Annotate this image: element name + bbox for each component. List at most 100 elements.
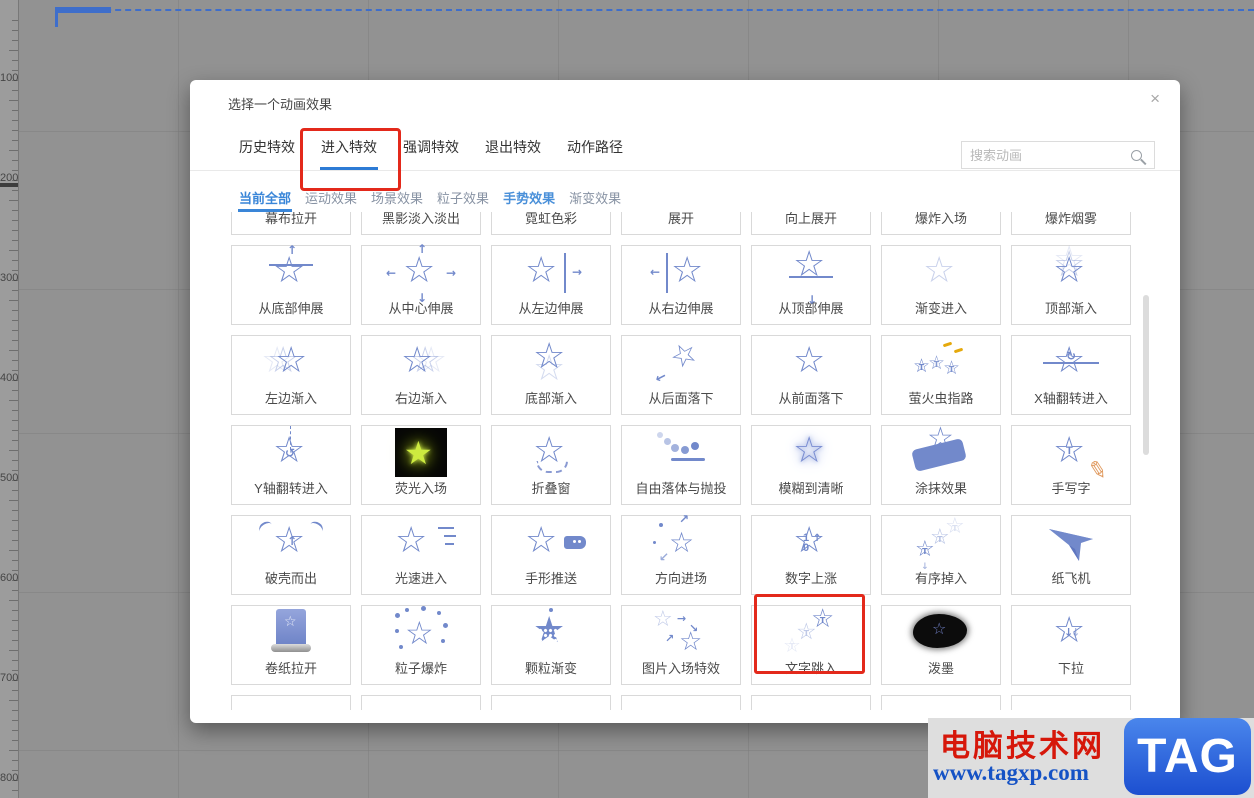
watermark-site-name: 电脑技术网 (940, 730, 1105, 763)
effect-tile-展开[interactable]: 展开 (621, 212, 741, 235)
effect-tile-黑影淡入淡出[interactable]: 黑影淡入淡出 (361, 212, 481, 235)
effect-tile-自由落体与抛投[interactable]: 自由落体与抛投 (621, 425, 741, 505)
effect-tile-有序掉入[interactable]: ☆ T ☆ T ☆ T ↓ 有序掉入 (881, 515, 1001, 595)
effect-label: 文字跳入 (784, 661, 837, 676)
ruler-label: 300 (0, 272, 19, 284)
star-numbers-icon: ☆ 1 0 ↑ (793, 520, 826, 561)
star-flip-x-icon: ☆ ↻ (1043, 341, 1099, 387)
effect-tile-手形推送[interactable]: ☆ 手形推送 (491, 515, 611, 595)
star-push-icon: ☆ (523, 521, 586, 567)
effect-tile-从前面落下[interactable]: ☆ 从前面落下 (751, 335, 871, 415)
ruler-tick (9, 150, 18, 151)
ruler-tick (12, 590, 18, 591)
subtab-手势效果[interactable]: 手势效果 (502, 188, 556, 212)
effect-tile-泼墨[interactable]: ☆ 泼墨 (881, 605, 1001, 685)
ruler-tick (12, 640, 18, 641)
tab-历史特效[interactable]: 历史特效 (238, 137, 296, 170)
tab-退出特效[interactable]: 退出特效 (484, 137, 542, 170)
effect-tile-X轴翻转进入[interactable]: ☆ ↻ X轴翻转进入 (1011, 335, 1131, 415)
effect-tile-从右边伸展[interactable]: ☆ ← 从右边伸展 (621, 245, 741, 325)
close-icon[interactable]: × (1150, 90, 1160, 107)
star-stretch-top-icon: ☆ ↓ (783, 247, 839, 306)
effect-tile-萤火虫指路[interactable]: ☆ T ☆ T ☆ T 萤火虫指路 (881, 335, 1001, 415)
effect-label: 方向进场 (654, 571, 707, 586)
star-stretch-left-icon: ☆ → (525, 250, 582, 293)
ruler-tick (12, 620, 18, 621)
effect-tile-纸飞机[interactable]: 纸飞机 (1011, 515, 1131, 595)
ruler-tick (12, 120, 18, 121)
effect-tile-破壳而出[interactable]: ☆ ↑ 破壳而出 (231, 515, 351, 595)
effect-tile-文字跳入[interactable]: ☆ T ☆ T ☆ T 文字跳入 (751, 594, 871, 685)
scroll-paper-icon: ☆ (263, 609, 319, 657)
scrollbar-thumb[interactable] (1143, 295, 1149, 455)
effect-tile-方向进场[interactable]: ☆ ↗ ↙ 方向进场 (621, 513, 741, 595)
effect-tile-Y轴翻转进入[interactable]: ☆ ↺ Y轴翻转进入 (231, 425, 351, 505)
effect-tile[interactable] (361, 695, 481, 710)
effect-label: 粒子爆炸 (394, 661, 447, 676)
effect-tile-霓虹色彩[interactable]: 霓虹色彩 (491, 212, 611, 235)
search-input[interactable] (962, 147, 1131, 163)
effect-label: X轴翻转进入 (1034, 391, 1108, 406)
effect-label: 渐变进入 (914, 301, 967, 316)
effect-tile-爆炸烟雾[interactable]: 爆炸烟雾 (1011, 212, 1131, 235)
effect-tile-渐变进入[interactable]: ☆ 渐变进入 (881, 245, 1001, 325)
star-grain-icon: ★ (523, 608, 579, 657)
tab-进入特效[interactable]: 进入特效 (320, 137, 378, 170)
ruler-tick (12, 340, 18, 341)
effect-tile-图片入场特效[interactable]: ☆ → ↘ ☆ ↗ 图片入场特效 (621, 605, 741, 685)
effect-tile-荧光入场[interactable]: ★ 荧光入场 (361, 425, 481, 505)
subtab-场景效果[interactable]: 场景效果 (370, 188, 424, 212)
effect-tile-折叠窗[interactable]: ☆ 折叠窗 (491, 425, 611, 505)
effect-tile-从中心伸展[interactable]: ☆ ↑ ↓ ← → 从中心伸展 (361, 243, 481, 325)
effect-tile-手写字[interactable]: ☆ T ✎ 手写字 (1011, 425, 1131, 505)
effect-tile[interactable] (491, 695, 611, 710)
subtab-当前全部[interactable]: 当前全部 (238, 188, 293, 212)
effect-label: 下拉 (1057, 661, 1084, 676)
ink-splash-icon: ☆ (913, 611, 969, 657)
effect-label: 黑影淡入淡出 (381, 212, 460, 226)
effect-tile[interactable] (751, 695, 871, 710)
effect-label: 展开 (667, 212, 694, 226)
tab-动作路径[interactable]: 动作路径 (566, 137, 624, 170)
effect-tile-涂抹效果[interactable]: ☆ 涂抹效果 (881, 424, 1001, 505)
effect-tile-从顶部伸展[interactable]: ☆ ↓ 从顶部伸展 (751, 245, 871, 325)
ruler-tick (9, 200, 18, 201)
effect-tile[interactable] (881, 695, 1001, 710)
ruler-tick (12, 290, 18, 291)
ruler-tick (12, 320, 18, 321)
effect-tile-顶部渐入[interactable]: ☆ ☆ ☆ 顶部渐入 (1011, 242, 1131, 325)
effect-tile-爆炸入场[interactable]: 爆炸入场 (881, 212, 1001, 235)
subtab-渐变效果[interactable]: 渐变效果 (568, 188, 622, 212)
effect-tile-模糊到清晰[interactable]: ☆ 模糊到清晰 (751, 425, 871, 505)
effect-tile-从后面落下[interactable]: ☆ ↙ 从后面落下 (621, 334, 741, 415)
effect-tile[interactable] (231, 695, 351, 710)
effect-label: 纸飞机 (1051, 571, 1091, 586)
subtab-运动效果[interactable]: 运动效果 (304, 188, 358, 212)
ruler-tick (12, 740, 18, 741)
effect-tile-光速进入[interactable]: ☆ 光速进入 (361, 515, 481, 595)
effect-tile-下拉[interactable]: ☆ ↓ ↓ 下拉 (1011, 605, 1131, 685)
tab-强调特效[interactable]: 强调特效 (402, 137, 460, 170)
ruler-tick (12, 110, 18, 111)
effect-tile[interactable] (1011, 695, 1131, 710)
ruler-tick (12, 610, 18, 611)
effect-tile-左边渐入[interactable]: ☆ ☆ ☆ 左边渐入 (231, 335, 351, 415)
effect-tile-卷纸拉开[interactable]: ☆ 卷纸拉开 (231, 605, 351, 685)
ruler-tick (12, 390, 18, 391)
stars-pic-entry-icon: ☆ → ↘ ☆ ↗ (653, 607, 703, 657)
effect-tile-从左边伸展[interactable]: ☆ → 从左边伸展 (491, 245, 611, 325)
effect-tile-幕布拉开[interactable]: 幕布拉开 (231, 212, 351, 235)
effect-tile-数字上涨[interactable]: ☆ 1 0 ↑ 数字上涨 (751, 515, 871, 595)
effect-tile-从底部伸展[interactable]: ☆ ↑ 从底部伸展 (231, 244, 351, 325)
effect-label: 从后面落下 (648, 391, 714, 406)
effect-tile-颗粒渐变[interactable]: ★ 颗粒渐变 (491, 605, 611, 685)
effect-label: 手形推送 (524, 571, 577, 586)
effect-tile[interactable] (621, 695, 741, 710)
effect-tile-底部渐入[interactable]: ☆ ☆ 底部渐入 (491, 335, 611, 415)
effect-tile-粒子爆炸[interactable]: ☆ 粒子爆炸 (361, 605, 481, 685)
effect-label: 左边渐入 (264, 391, 317, 406)
subtab-粒子效果[interactable]: 粒子效果 (436, 188, 490, 212)
effect-tile-右边渐入[interactable]: ☆ ☆ ☆ 右边渐入 (361, 335, 481, 415)
ruler-tick (9, 250, 18, 251)
effect-tile-向上展开[interactable]: 向上展开 (751, 212, 871, 235)
